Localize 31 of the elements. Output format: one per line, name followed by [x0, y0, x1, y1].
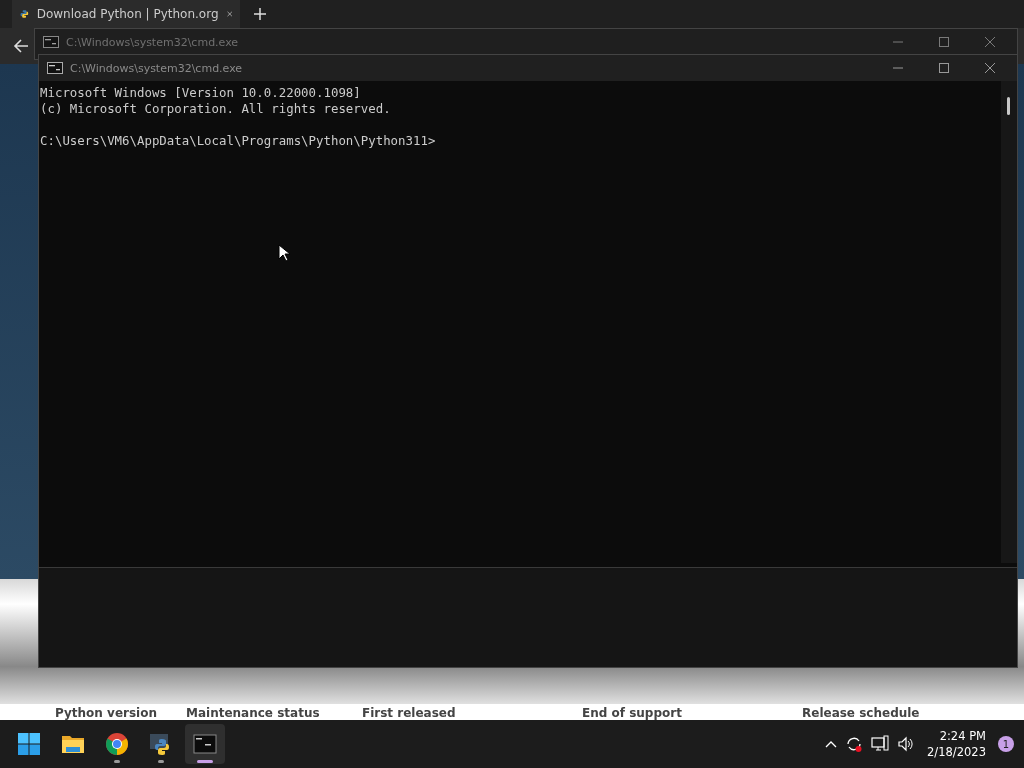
- network-icon[interactable]: [871, 735, 890, 753]
- table-header: Release schedule: [802, 706, 920, 720]
- console-line: C:\Users\VM6\AppData\Local\Programs\Python\Python311>: [40, 133, 436, 149]
- mouse-pointer-icon: [278, 244, 290, 262]
- windows-logo-icon: [17, 732, 41, 756]
- sync-icon[interactable]: [845, 735, 864, 753]
- window-title: C:\Windows\system32\cmd.exe: [66, 35, 240, 49]
- console-icon: [43, 36, 59, 48]
- close-icon[interactable]: [985, 37, 995, 47]
- scrollbar-thumb[interactable]: [1007, 97, 1010, 115]
- caret-icon[interactable]: [825, 740, 838, 748]
- volume-icon[interactable]: [897, 735, 916, 753]
- table-header: Python version: [55, 706, 158, 720]
- close-icon[interactable]: [226, 9, 232, 19]
- console-line: (c) Microsoft Corporation. All rights reserved.: [40, 101, 391, 117]
- maximize-icon[interactable]: [939, 63, 949, 73]
- notification-badge[interactable]: 1: [998, 736, 1014, 752]
- window-title: C:\Windows\system32\cmd.exe: [70, 61, 244, 75]
- terminal-app-button[interactable]: [185, 724, 225, 764]
- new-tab-icon[interactable]: [254, 8, 266, 20]
- table-header: First released: [362, 706, 457, 720]
- close-icon[interactable]: [985, 63, 995, 73]
- maximize-icon[interactable]: [939, 37, 949, 47]
- back-icon[interactable]: [13, 38, 29, 54]
- table-header: Maintenance status: [186, 706, 321, 720]
- clock[interactable]: 2:24 PM 2/18/2023: [923, 728, 990, 760]
- terminal-icon: [193, 732, 217, 756]
- browser-icon: [105, 732, 129, 756]
- table-header: End of support: [582, 706, 683, 720]
- console-line: Microsoft Windows [Version 10.0.22000.1098]: [40, 85, 361, 101]
- console-icon: [47, 62, 63, 74]
